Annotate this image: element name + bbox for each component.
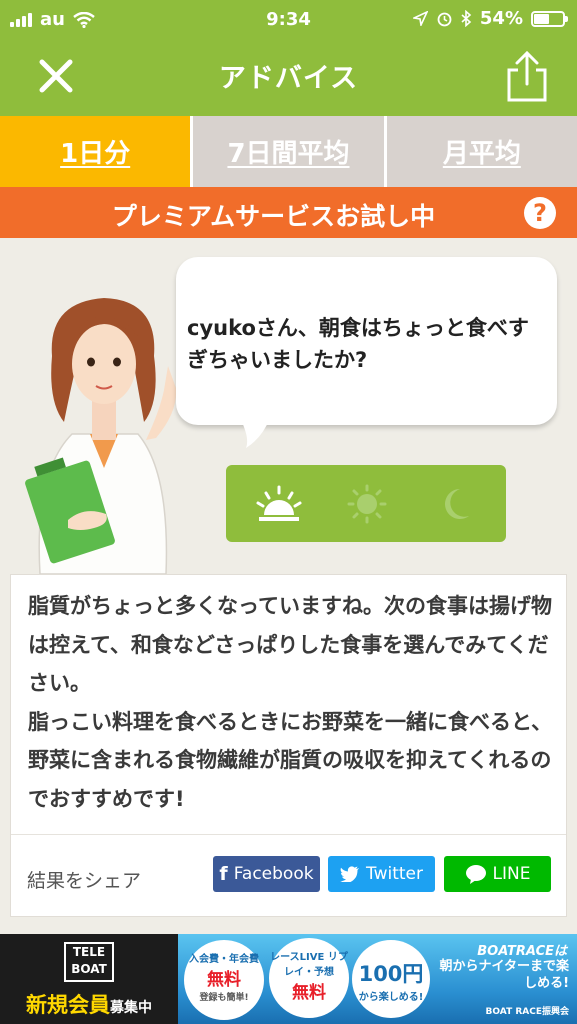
advice-paragraph-2: 脂っこい料理を食べるときにお野菜を一緒に食べると、野菜に含まれる食物繊維が脂質の…: [28, 709, 553, 811]
help-icon[interactable]: ?: [524, 197, 556, 229]
share-label: 結果をシェア: [27, 870, 142, 892]
teleboat-cta-main: 新規会員: [26, 993, 110, 1017]
sunrise-icon[interactable]: [256, 483, 302, 525]
teleboat-cta: 新規会員募集中: [0, 989, 178, 1019]
premium-trial-label: プレミアムサービスお試し中: [111, 202, 436, 231]
status-right: 54%: [412, 8, 568, 29]
ad-bubble-membership: 入会費・年会費 無料 登録も簡単!: [184, 940, 264, 1020]
ad-bubble-live-small: レースLIVE リプレイ・予想: [270, 952, 348, 978]
boatrace-footer: BOAT RACE振興会: [485, 1007, 569, 1017]
twitter-label: Twitter: [366, 864, 423, 884]
meal-selector: [226, 465, 506, 542]
line-label: LINE: [492, 864, 531, 884]
speech-bubble-tail: [240, 418, 270, 448]
battery-fill: [534, 13, 550, 24]
teleboat-logo-line2: BOAT: [71, 962, 107, 976]
ad-bubble-membership-small: 入会費・年会費: [189, 954, 259, 965]
teleboat-logo: TELE BOAT: [64, 942, 114, 982]
premium-trial-banner: プレミアムサービスお試し中 ?: [0, 187, 577, 238]
app-header: au 9:34 54% アドバイス: [0, 0, 577, 116]
facebook-share-button[interactable]: f Facebook: [213, 856, 320, 892]
tab-7-day-average[interactable]: 7日間平均: [190, 116, 384, 187]
boatrace-title: BOATRACEは: [477, 944, 567, 959]
status-bar: au 9:34 54%: [0, 0, 577, 40]
facebook-icon: f: [219, 863, 228, 885]
location-arrow-icon: [412, 11, 428, 26]
advice-text: 脂質がちょっと多くなっていますね。次の食事は揚げ物は控えて、和食などさっぱりした…: [28, 587, 553, 818]
moon-icon[interactable]: [433, 483, 479, 525]
teleboat-logo-line1: TELE: [72, 945, 106, 959]
bubble-message: cyukoさん、朝食はちょっと食べすぎちゃいましたか?: [187, 316, 529, 372]
tab-1-day[interactable]: 1日分: [0, 116, 191, 187]
line-share-button[interactable]: LINE: [444, 856, 551, 892]
ad-bubble-price-note: から楽しめる!: [358, 992, 424, 1003]
ad-bubble-price-large: 100円: [358, 962, 424, 986]
alarm-clock-icon: [437, 12, 452, 27]
teleboat-cta-small: 募集中: [110, 1000, 152, 1016]
period-tabs: 1日分 7日間平均 月平均: [0, 116, 577, 187]
bluetooth-icon: [461, 10, 472, 27]
share-icon[interactable]: [503, 50, 551, 104]
speech-bubble: cyukoさん、朝食はちょっと食べすぎちゃいましたか?: [176, 257, 557, 425]
advice-paragraph-1: 脂質がちょっと多くなっていますね。次の食事は揚げ物は控えて、和食などさっぱりした…: [28, 594, 552, 695]
line-icon: [465, 865, 486, 884]
ad-bubble-price: 100円 から楽しめる!: [352, 940, 430, 1018]
boatrace-subtitle: 朝からナイターまで楽しめる!: [439, 959, 569, 991]
ad-bubble-live: レースLIVE リプレイ・予想 無料: [269, 938, 349, 1018]
battery-percent: 54%: [479, 8, 523, 29]
battery-icon: [531, 10, 568, 27]
sun-icon[interactable]: [344, 483, 390, 525]
twitter-bird-icon: [340, 866, 359, 882]
ad-bubble-membership-note: 登録も簡単!: [199, 993, 249, 1003]
ad-banner[interactable]: TELE BOAT 新規会員募集中 入会費・年会費 無料 登録も簡単! レースL…: [0, 934, 577, 1024]
page-title: アドバイス: [218, 63, 359, 94]
tab-monthly-average[interactable]: 月平均: [383, 116, 577, 187]
ad-bubble-live-large: 無料: [292, 983, 326, 1003]
card-divider: [11, 834, 566, 835]
twitter-share-button[interactable]: Twitter: [328, 856, 435, 892]
advisor-illustration: [25, 298, 177, 574]
ad-bubble-membership-large: 無料: [207, 970, 241, 990]
boatrace-ad[interactable]: 入会費・年会費 無料 登録も簡単! レースLIVE リプレイ・予想 無料 100…: [178, 934, 577, 1024]
advice-card: 脂質がちょっと多くなっていますね。次の食事は揚げ物は控えて、和食などさっぱりした…: [10, 574, 567, 917]
teleboat-ad[interactable]: TELE BOAT 新規会員募集中: [0, 934, 178, 1024]
facebook-label: Facebook: [233, 864, 314, 884]
